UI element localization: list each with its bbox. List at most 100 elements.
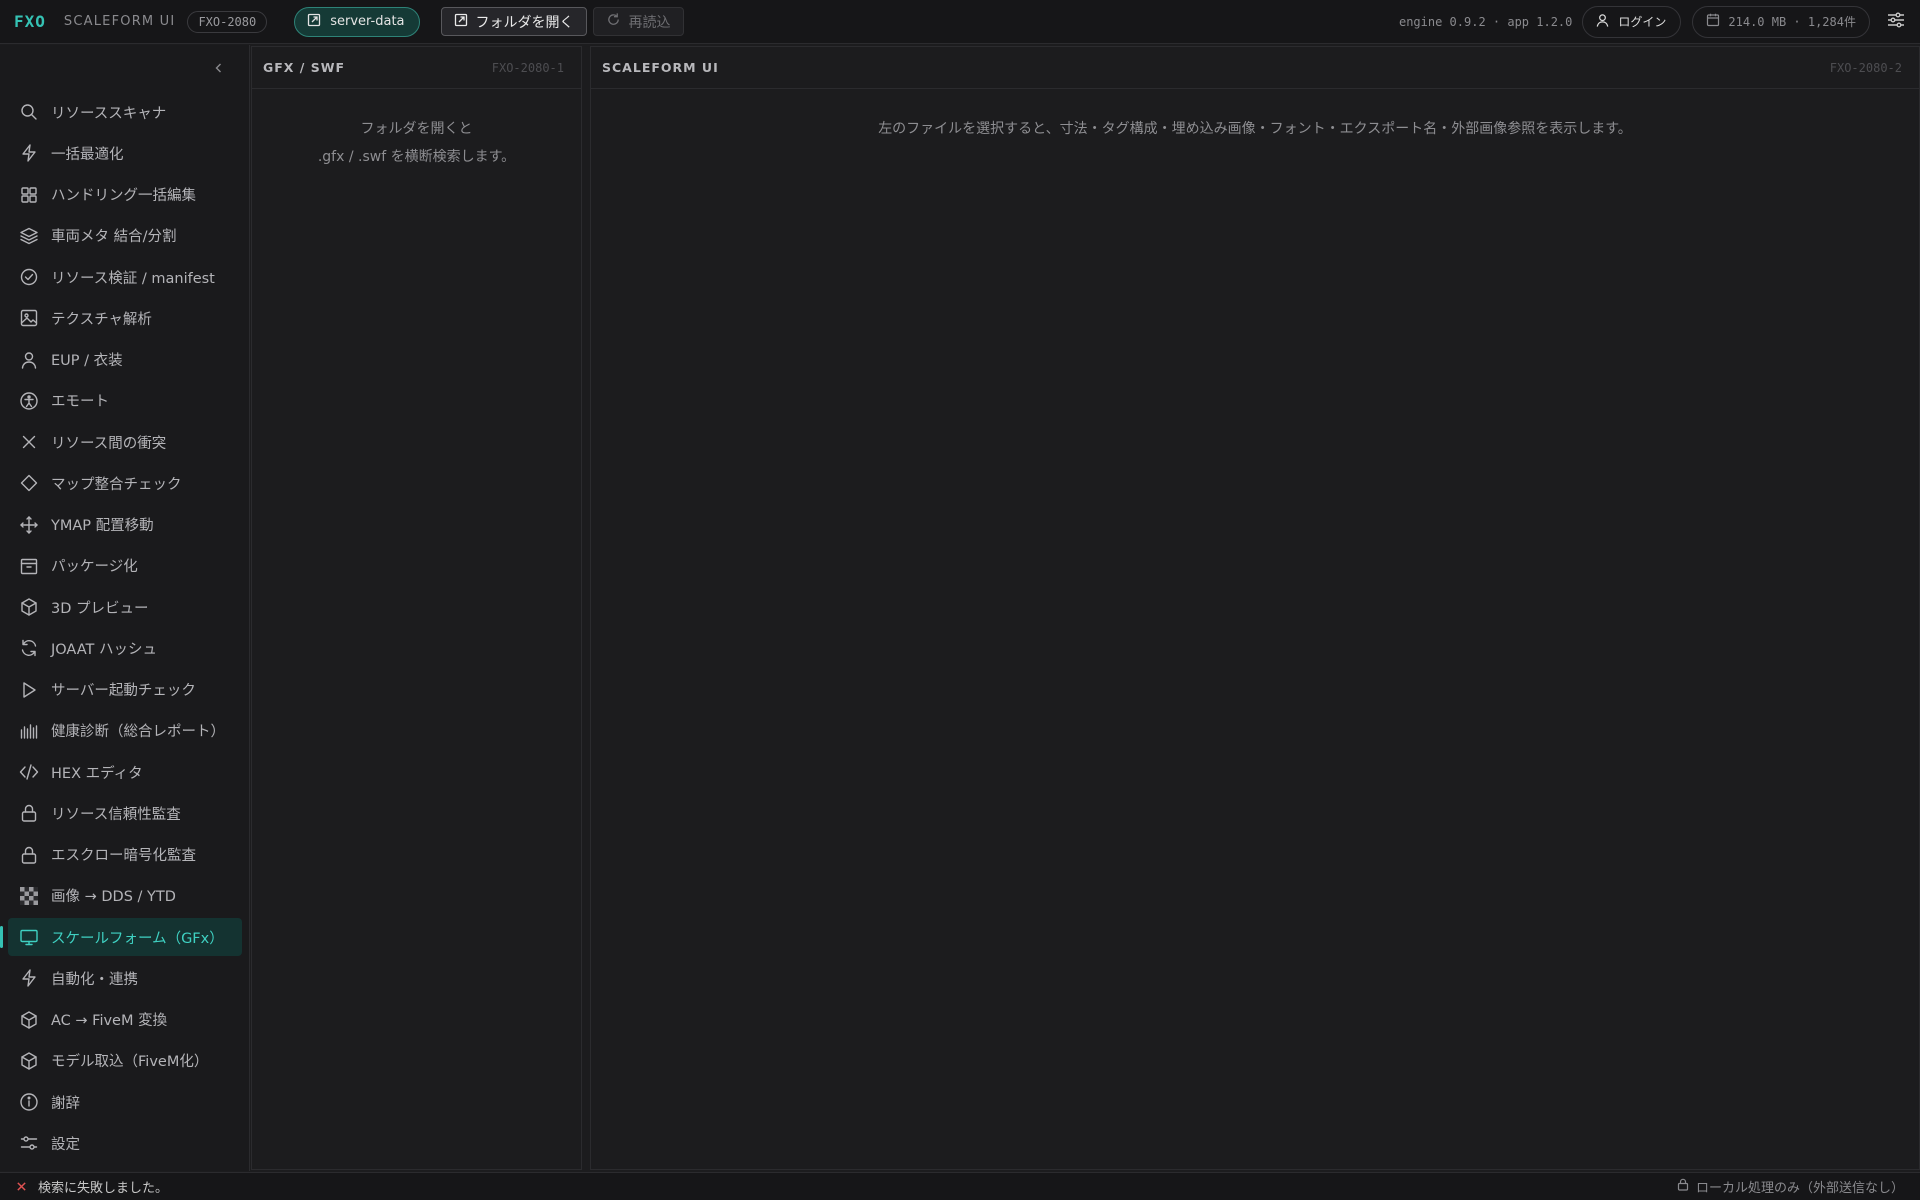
- sidebar-item[interactable]: AC → FiveM 変換: [8, 1001, 242, 1039]
- sidebar-item[interactable]: 一括最適化: [8, 134, 242, 172]
- file-list-title: GFX / SWF: [263, 60, 346, 75]
- sidebar-item-label: 一括最適化: [51, 146, 124, 163]
- sidebar-item[interactable]: リソース信頼性監査: [8, 794, 242, 832]
- search-icon: [19, 102, 39, 122]
- accessibility-icon: [19, 391, 39, 411]
- play-icon: [19, 680, 39, 700]
- database-icon: [1706, 13, 1720, 30]
- open-folder-label: フォルダを開く: [475, 14, 574, 31]
- sidebar-item-label: 健康診断（総合レポート）: [51, 724, 225, 741]
- cache-stats: 214.0 MB · 1,284件: [1728, 15, 1856, 29]
- sidebar-item-label: AC → FiveM 変換: [51, 1013, 168, 1029]
- open-external-icon: [307, 13, 321, 31]
- sidebar-item-label: JOAAT ハッシュ: [51, 641, 158, 658]
- cache-stats-chip[interactable]: 214.0 MB · 1,284件: [1692, 5, 1870, 38]
- sidebar-item-label: 自動化・連携: [51, 971, 138, 988]
- image-icon: [19, 308, 39, 328]
- refresh-icon: [19, 638, 39, 658]
- brand-logo: FXO: [14, 12, 46, 31]
- sidebar-item[interactable]: 3D プレビュー: [8, 588, 242, 626]
- info-icon: [19, 1092, 39, 1112]
- sidebar-item[interactable]: EUP / 衣装: [8, 341, 242, 379]
- sidebar-item-label: 設定: [51, 1136, 80, 1153]
- sidebar-nav: リソーススキャナ 一括最適化ハンドリング一括編集 車両メタ 結合/分割リソース検証 …: [0, 93, 242, 1166]
- sidebar-item-label: 車両メタ 結合/分割: [51, 229, 177, 246]
- detail-empty-state: 左のファイルを選択すると、寸法・タグ構成・埋め込み画像・フォント・エクスポート名…: [878, 121, 1632, 137]
- sidebar-item[interactable]: 画像 → DDS / YTD: [8, 877, 242, 915]
- build-badge: FXO-2080: [187, 10, 268, 33]
- sidebar: リソーススキャナ 一括最適化ハンドリング一括編集 車両メタ 結合/分割リソース検証 …: [0, 45, 250, 1171]
- local-processing-label: ローカル処理のみ（外部送信なし）: [1695, 1181, 1904, 1196]
- open-folder-button[interactable]: フォルダを開く: [440, 7, 587, 36]
- sidebar-item-label: リソース間の衝突: [51, 435, 167, 452]
- sidebar-item[interactable]: モデル取込（FiveM化）: [8, 1042, 242, 1080]
- package-icon: [19, 556, 39, 576]
- version-info: engine 0.9.2 · app 1.2.0: [1398, 14, 1573, 29]
- sidebar-item[interactable]: パッケージ化: [8, 547, 242, 585]
- sidebar-item[interactable]: サーバー起動チェック: [8, 671, 242, 709]
- checker-icon: [19, 886, 39, 906]
- sidebar-item[interactable]: リソース検証 / manifest: [8, 258, 242, 296]
- layers-icon: [19, 226, 39, 246]
- sidebar-item[interactable]: テクスチャ解析: [8, 299, 242, 337]
- file-list-panel: GFX / SWF FXO-2080-1 フォルダを開くと .gfx / .sw…: [251, 46, 582, 1170]
- sidebar-item[interactable]: マップ整合チェック: [8, 464, 242, 502]
- sidebar-item-label: パッケージ化: [51, 559, 138, 576]
- top-bar: FXO SCALEFORM UI FXO-2080 server-data フォ…: [0, 0, 1920, 44]
- sidebar-item[interactable]: ハンドリング一括編集: [8, 176, 242, 214]
- sidebar-item-label: リソーススキャナ: [51, 105, 167, 122]
- sidebar-item-label: 画像 → DDS / YTD: [51, 889, 176, 906]
- sidebar-item-label: モデル取込（FiveM化）: [51, 1054, 209, 1071]
- sidebar-item[interactable]: 車両メタ 結合/分割: [8, 217, 242, 255]
- diamond-icon: [19, 473, 39, 493]
- sidebar-item[interactable]: 謝辞: [8, 1083, 242, 1121]
- sidebar-item[interactable]: リソース間の衝突: [8, 423, 242, 461]
- reload-icon: [606, 12, 621, 31]
- code-icon: [19, 762, 39, 782]
- empty-line-1: フォルダを開くと: [360, 121, 473, 137]
- profile-label: server-data: [330, 14, 405, 29]
- sidebar-item[interactable]: スケールフォーム（GFx）: [0, 918, 242, 956]
- login-label: ログイン: [1618, 15, 1667, 29]
- chevron-left-icon: [213, 59, 225, 78]
- grid-icon: [19, 185, 39, 205]
- sidebar-item[interactable]: リソーススキャナ: [8, 93, 242, 131]
- lock-icon: [19, 803, 39, 823]
- file-list-id: FXO-2080-1: [491, 60, 564, 75]
- sidebar-item-label: YMAP 配置移動: [51, 518, 154, 534]
- sidebar-item-label: リソース検証 / manifest: [51, 270, 215, 287]
- file-list-empty-state: フォルダを開くと .gfx / .swf を横断検索します。: [252, 115, 581, 171]
- empty-line-2: .gfx / .swf を横断検索します。: [317, 149, 516, 165]
- sidebar-item[interactable]: 自動化・連携: [8, 959, 242, 997]
- settings-toggle-button[interactable]: [1884, 10, 1908, 34]
- sidebar-item[interactable]: YMAP 配置移動: [8, 506, 242, 544]
- bolt-icon: [19, 968, 39, 988]
- sidebar-item[interactable]: エモート: [8, 382, 242, 420]
- app-subtitle: SCALEFORM UI: [63, 14, 176, 29]
- user-icon: [1595, 13, 1610, 31]
- sidebar-item-label: エモート: [51, 394, 109, 411]
- login-button[interactable]: ログイン: [1582, 5, 1682, 38]
- lock-icon: [1677, 1178, 1689, 1195]
- status-error-message: 検索に失敗しました。: [38, 1181, 169, 1196]
- sidebar-item[interactable]: JOAAT ハッシュ: [8, 629, 242, 667]
- sidebar-item[interactable]: 設定: [8, 1124, 242, 1162]
- collapse-sidebar-button[interactable]: [208, 57, 230, 79]
- cube-icon: [19, 1010, 39, 1030]
- sidebar-item[interactable]: エスクロー暗号化監査: [8, 836, 242, 874]
- lock-icon: [19, 845, 39, 865]
- reload-button[interactable]: 再読込: [592, 7, 684, 36]
- bars-icon: [19, 721, 39, 741]
- sidebar-item-label: EUP / 衣装: [51, 353, 123, 369]
- sidebar-item-label: スケールフォーム（GFx）: [51, 930, 224, 947]
- sidebar-item-label: ハンドリング一括編集: [51, 188, 196, 204]
- move-icon: [19, 515, 39, 535]
- sliders-icon: [19, 1133, 39, 1153]
- detail-header: SCALEFORM UI FXO-2080-2: [591, 47, 1919, 89]
- sidebar-item[interactable]: HEX エディタ: [8, 753, 242, 791]
- profile-folder-chip[interactable]: server-data: [294, 6, 420, 37]
- x-icon: [19, 432, 39, 452]
- sidebar-item[interactable]: 健康診断（総合レポート）: [8, 712, 242, 750]
- monitor-icon: [19, 927, 39, 947]
- open-external-icon: [454, 13, 468, 31]
